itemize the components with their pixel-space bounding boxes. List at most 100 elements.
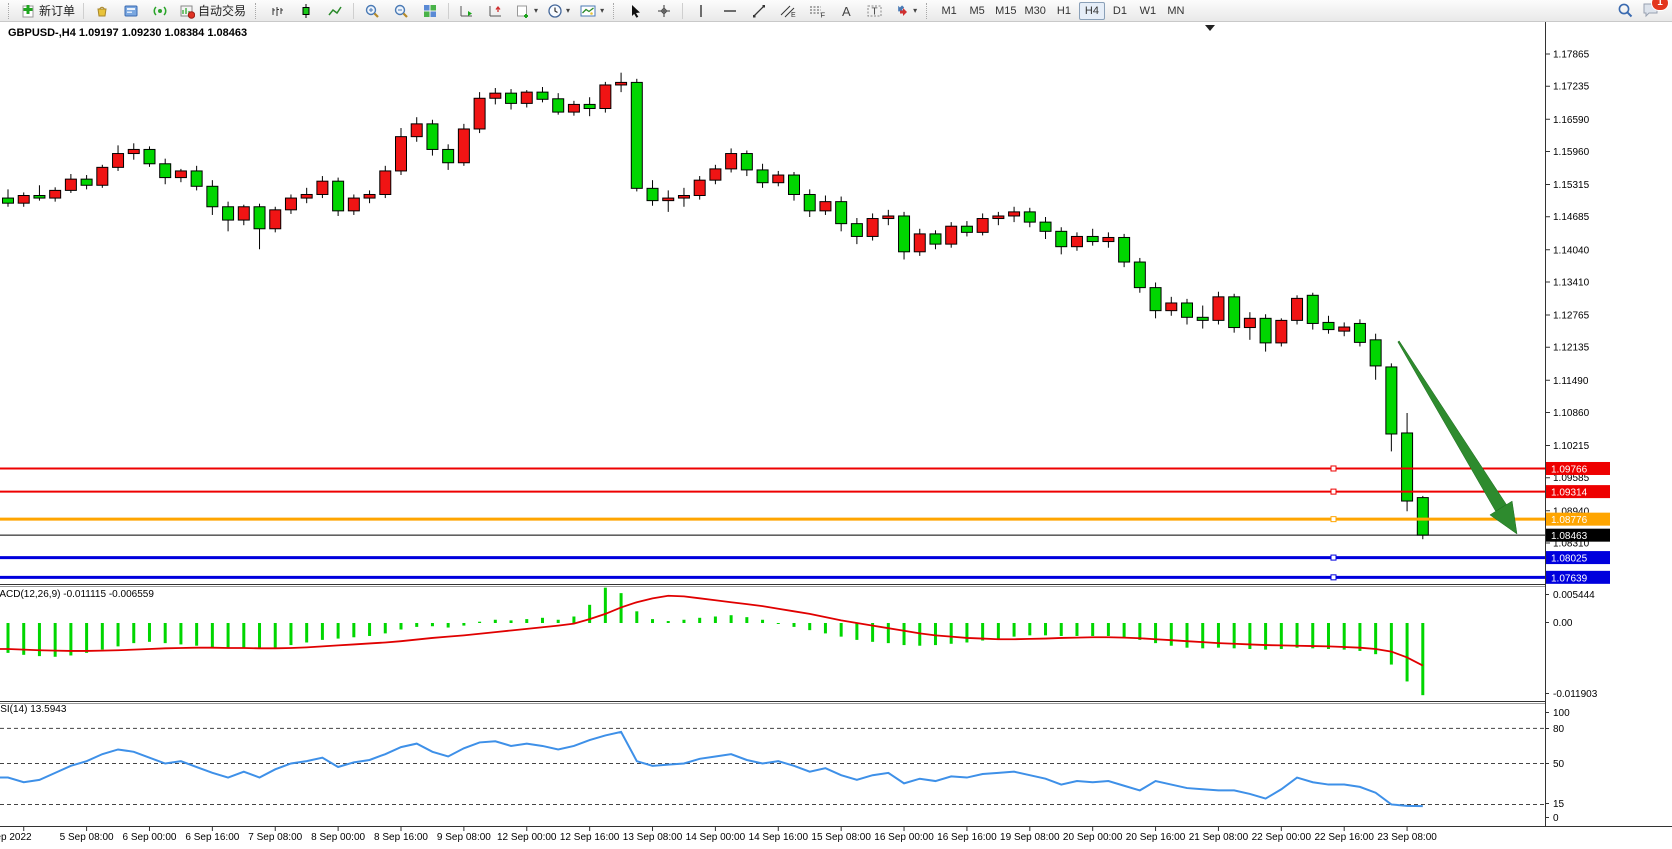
crosshair-tool-button[interactable]	[650, 0, 678, 22]
price-tick-label: 1.16590	[1553, 115, 1590, 126]
new-chart-dropdown[interactable]: ▾	[511, 0, 542, 22]
toolbar-separator	[448, 3, 449, 19]
chart-shift-button[interactable]	[482, 0, 510, 22]
time-label: 12 Sep 16:00	[560, 832, 620, 843]
macd-histogram-bar	[997, 623, 1000, 639]
time-label: 6 Sep 16:00	[185, 832, 239, 843]
period-dropdown[interactable]: ▾	[543, 0, 574, 22]
candle	[537, 92, 548, 99]
candle	[1244, 318, 1255, 327]
candle	[175, 171, 186, 178]
price-tick-label: 1.14685	[1553, 212, 1590, 223]
candle	[144, 149, 155, 163]
line-handle[interactable]	[1331, 466, 1336, 471]
timeframe-button-M30[interactable]: M30	[1022, 2, 1049, 20]
template-dropdown[interactable]: ▾	[575, 0, 608, 22]
candle	[851, 224, 862, 237]
candle	[1307, 295, 1318, 323]
macd-histogram-bar	[1327, 623, 1330, 649]
cursor-tool-button[interactable]	[621, 0, 649, 22]
rsi-axis-label: 100	[1553, 708, 1570, 719]
toolbar-grip	[8, 3, 11, 19]
fibonacci-tool-button[interactable]: F	[803, 0, 831, 22]
macd-histogram-bar	[557, 620, 560, 623]
macd-axis-label: -0.011903	[1553, 689, 1598, 700]
time-label: 20 Sep 00:00	[1063, 832, 1123, 843]
price-tick-label: 1.15960	[1553, 147, 1590, 158]
timeframe-button-M1[interactable]: M1	[936, 2, 962, 20]
candle	[34, 196, 45, 199]
macd-histogram-bar	[572, 617, 575, 623]
terminal-button[interactable]	[117, 0, 145, 22]
timeframe-button-D1[interactable]: D1	[1107, 2, 1133, 20]
macd-histogram-bar	[478, 622, 481, 623]
time-label: 15 Sep 08:00	[811, 832, 871, 843]
macd-histogram-bar	[447, 623, 450, 628]
channel-tool-button[interactable]: E	[774, 0, 802, 22]
text-tool-button[interactable]: A	[832, 0, 860, 22]
down-arrow-annotation[interactable]	[1398, 341, 1507, 511]
macd-histogram-bar	[1406, 623, 1409, 681]
vertical-line-tool-button[interactable]	[687, 0, 715, 22]
line-handle[interactable]	[1331, 555, 1336, 560]
timeframe-button-H4[interactable]: H4	[1079, 2, 1105, 20]
timeframe-button-M5[interactable]: M5	[964, 2, 990, 20]
price-badge-label: 1.09314	[1551, 488, 1588, 499]
terminal-icon	[123, 3, 139, 19]
toolbar-grip	[613, 3, 616, 19]
candle-chart-mode-button[interactable]	[292, 0, 320, 22]
time-label: 7 Sep 08:00	[248, 832, 302, 843]
auto-trading-button[interactable]: 自动交易	[175, 0, 250, 22]
time-label: 8 Sep 00:00	[311, 832, 365, 843]
candle	[364, 194, 375, 198]
candle	[1276, 320, 1287, 343]
bar-chart-mode-button[interactable]	[263, 0, 291, 22]
timeframe-button-M15[interactable]: M15	[992, 2, 1019, 20]
candle	[616, 82, 627, 85]
zoom-in-button[interactable]	[358, 0, 386, 22]
candle	[726, 154, 737, 169]
timeframe-button-W1[interactable]: W1	[1135, 2, 1161, 20]
search-icon[interactable]	[1617, 2, 1634, 19]
auto-scroll-button[interactable]	[453, 0, 481, 22]
macd-histogram-bar	[54, 623, 57, 657]
tile-windows-button[interactable]	[416, 0, 444, 22]
price-badge-label: 1.08776	[1551, 515, 1588, 526]
candle	[411, 124, 422, 137]
time-label: 14 Sep 16:00	[749, 832, 809, 843]
macd-histogram-bar	[777, 623, 780, 624]
macd-histogram-bar	[1091, 623, 1094, 636]
candle	[584, 104, 595, 108]
publisher-button[interactable]	[88, 0, 116, 22]
new-order-button[interactable]: 新订单	[16, 0, 79, 22]
zoom-out-button[interactable]	[387, 0, 415, 22]
chart-area[interactable]: 1.178651.172351.165901.159601.153151.146…	[0, 22, 1672, 849]
candle	[81, 179, 92, 185]
notifications-button[interactable]: 1	[1642, 1, 1660, 21]
signals-button[interactable]	[146, 0, 174, 22]
line-chart-mode-button[interactable]	[321, 0, 349, 22]
candle	[946, 226, 957, 244]
candle	[1229, 297, 1240, 328]
timeframe-button-MN[interactable]: MN	[1163, 2, 1189, 20]
horizontal-line-tool-button[interactable]	[716, 0, 744, 22]
candle	[1260, 318, 1271, 343]
time-label: 16 Sep 00:00	[874, 832, 934, 843]
cursor-icon	[627, 3, 643, 19]
text-label-tool-button[interactable]: T	[861, 0, 889, 22]
chart-shift-marker[interactable]	[1205, 25, 1215, 31]
timeframe-button-H1[interactable]: H1	[1051, 2, 1077, 20]
line-handle[interactable]	[1331, 517, 1336, 522]
candle	[270, 210, 281, 229]
candle	[113, 154, 124, 168]
macd-histogram-bar	[1075, 623, 1078, 636]
trendline-tool-button[interactable]	[745, 0, 773, 22]
line-handle[interactable]	[1331, 489, 1336, 494]
macd-histogram-bar	[85, 623, 88, 653]
candle	[1134, 262, 1145, 288]
line-handle[interactable]	[1331, 575, 1336, 580]
arrows-tool-dropdown[interactable]: ▾	[890, 0, 921, 22]
candle	[993, 216, 1004, 219]
candle	[820, 202, 831, 211]
svg-text:T: T	[872, 6, 878, 17]
